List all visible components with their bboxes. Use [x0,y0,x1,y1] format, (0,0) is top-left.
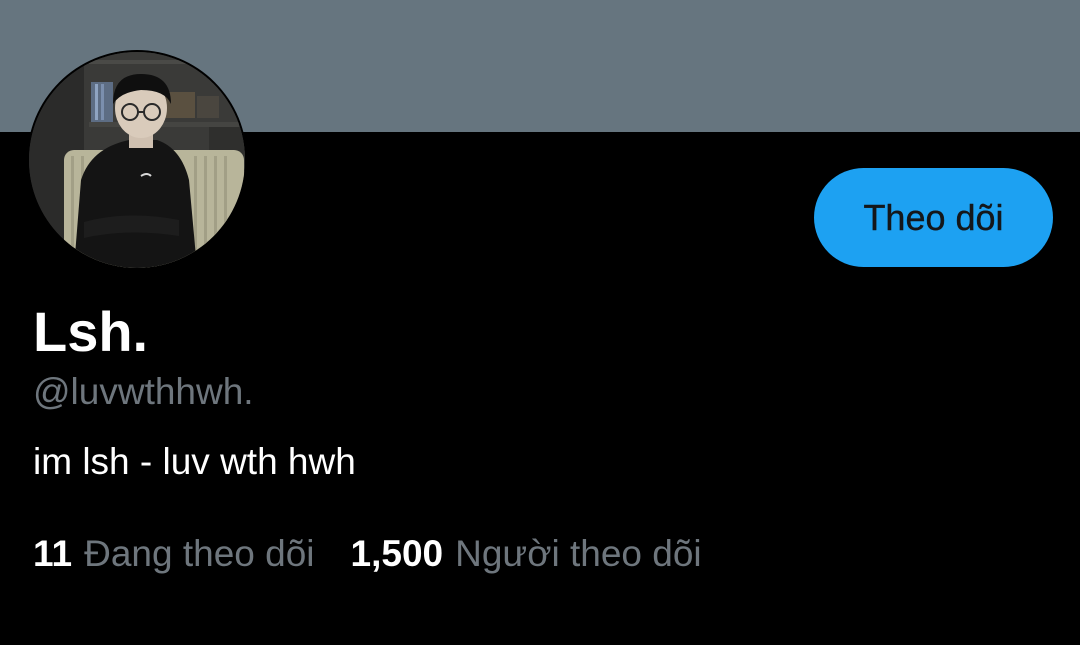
avatar-border [27,50,247,270]
following-label: Đang theo dõi [84,533,315,574]
profile-stats: 11 Đang theo dõi 1,500 Người theo dõi [33,532,702,576]
followers-count: 1,500 [350,533,444,574]
display-name: Lsh. [33,300,149,363]
avatar[interactable] [29,52,245,268]
followers-link[interactable]: 1,500 Người theo dõi [351,532,702,576]
following-count: 11 [33,533,73,574]
avatar-photo [29,52,245,268]
profile-bio: im lsh - luv wth hwh [33,441,356,482]
user-handle: @luvwthhwh. [33,371,254,412]
followers-label: Người theo dõi [455,533,702,574]
follow-button[interactable]: Theo dõi [814,168,1053,267]
following-link[interactable]: 11 Đang theo dõi [33,532,315,576]
